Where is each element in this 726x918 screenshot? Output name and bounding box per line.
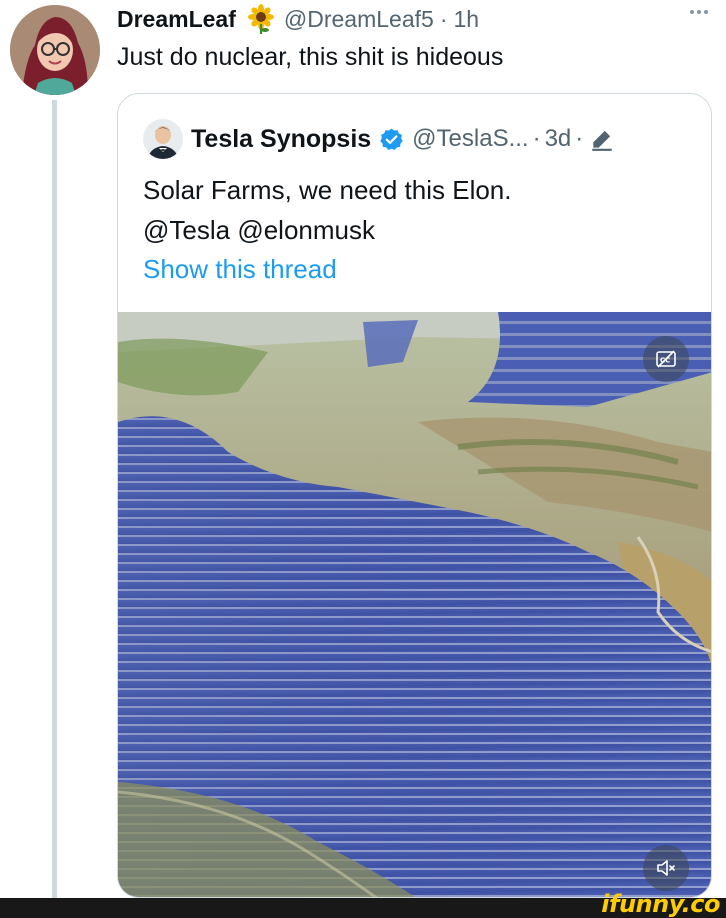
- quote-timestamp[interactable]: 3d: [545, 125, 572, 153]
- separator-dot: ·: [532, 125, 541, 152]
- more-horizontal-icon[interactable]: [690, 10, 708, 14]
- volume-muted-icon[interactable]: [643, 845, 689, 891]
- verified-badge-icon: [379, 127, 404, 152]
- quote-text: Solar Farms, we need this Elon. @Tesla @…: [143, 170, 512, 250]
- sunflower-icon: [246, 4, 276, 34]
- quote-header: Tesla Synopsis @TeslaS... · 3d ·: [143, 119, 615, 159]
- quote-tweet-card[interactable]: Tesla Synopsis @TeslaS... · 3d · Solar F…: [117, 93, 712, 898]
- closed-captions-off-icon[interactable]: CC: [643, 336, 689, 382]
- quote-mentions[interactable]: @Tesla @elonmusk: [143, 210, 512, 250]
- edited-pencil-icon[interactable]: [589, 126, 615, 152]
- watermark-logo: ifunny.co: [601, 890, 720, 918]
- tweet-header: DreamLeaf @DreamLeaf5 · 1h: [117, 4, 479, 34]
- separator-dot: ·: [575, 125, 584, 152]
- handle[interactable]: @DreamLeaf5: [284, 6, 434, 33]
- quote-text-line: Solar Farms, we need this Elon.: [143, 175, 512, 205]
- tweet-text: Just do nuclear, this shit is hideous: [117, 43, 504, 71]
- quote-handle[interactable]: @TeslaS...: [412, 125, 528, 153]
- avatar[interactable]: [10, 5, 100, 95]
- quote-display-name[interactable]: Tesla Synopsis: [191, 125, 371, 154]
- solar-farm-video-frame: [118, 312, 711, 897]
- quote-avatar[interactable]: [143, 119, 183, 159]
- thread-connector-line: [52, 100, 57, 900]
- show-thread-link[interactable]: Show this thread: [143, 254, 337, 285]
- timestamp[interactable]: 1h: [453, 6, 479, 33]
- display-name[interactable]: DreamLeaf: [117, 6, 236, 33]
- avatar-illustration: [10, 5, 100, 95]
- separator-dot: ·: [439, 5, 448, 32]
- video-media[interactable]: CC: [118, 312, 711, 897]
